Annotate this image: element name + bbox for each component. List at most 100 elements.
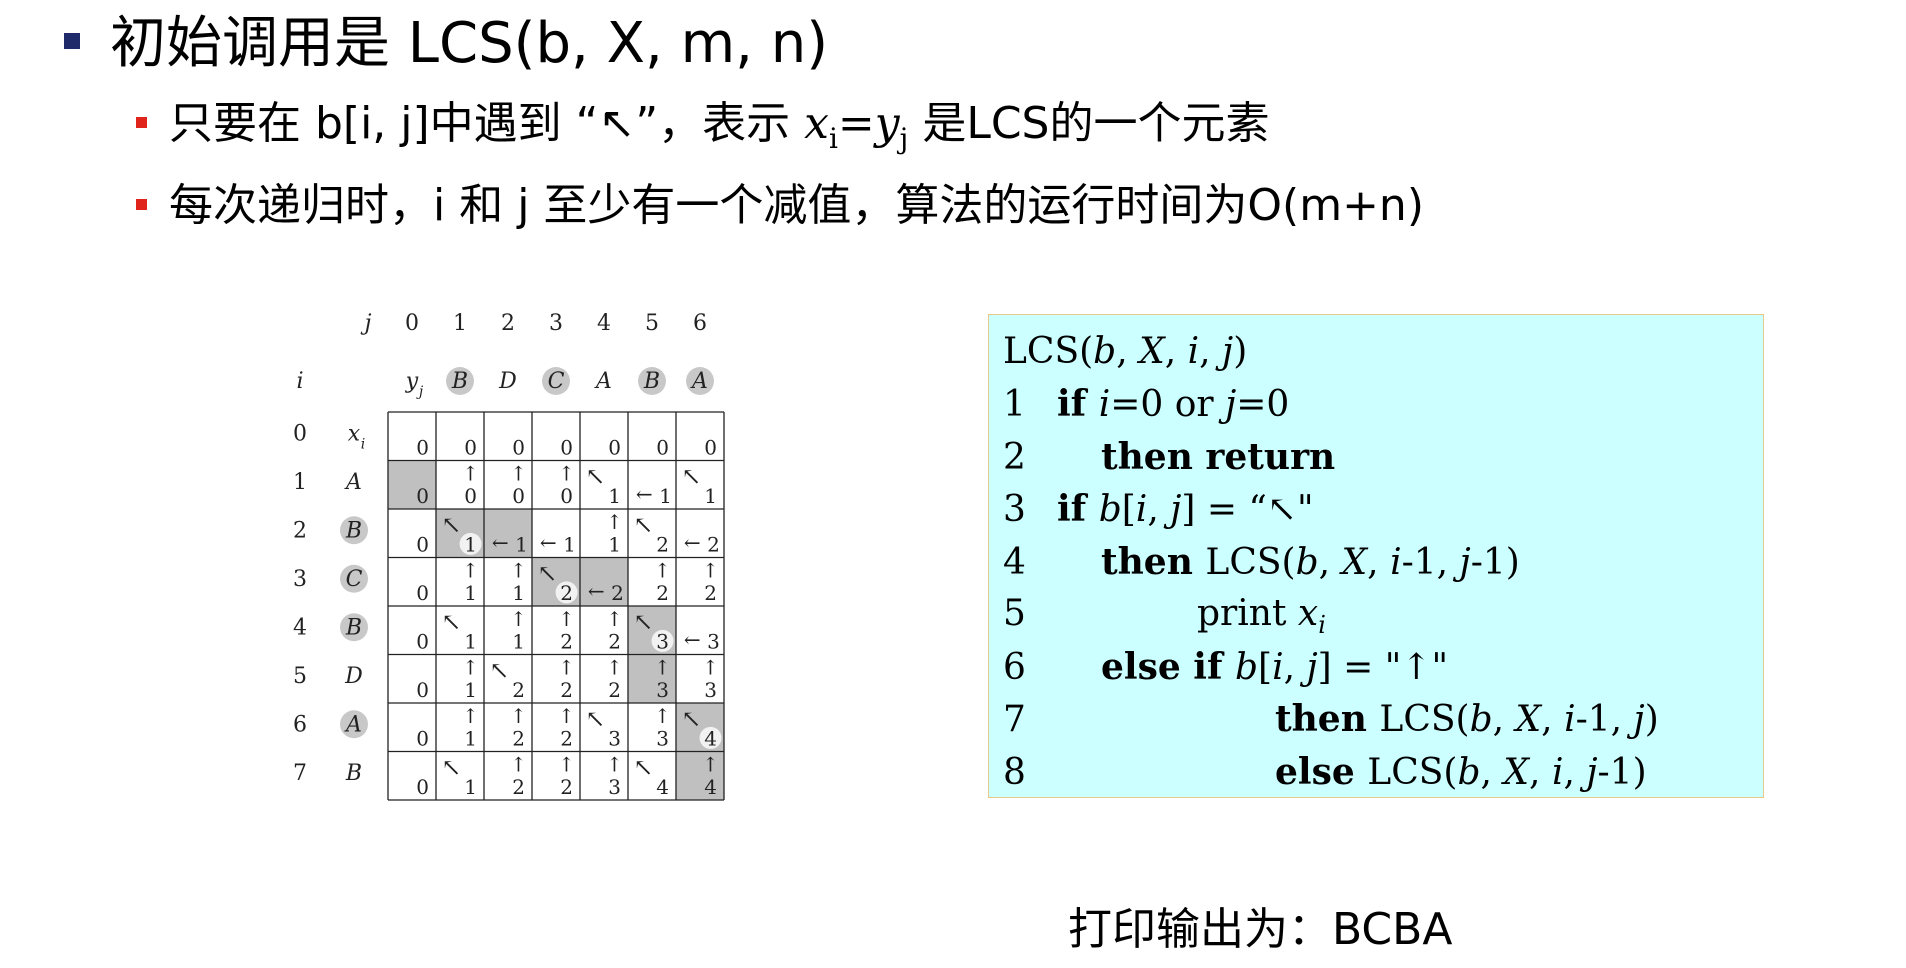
row-index: 3	[293, 567, 307, 592]
line-number: 2	[1003, 436, 1026, 478]
col-index: 5	[645, 311, 659, 336]
bullet-sub-2: 每次递归时，i 和 j 至少有一个减值，算法的运行时间为O(m+n)	[136, 178, 1424, 234]
y-letter: B	[643, 369, 660, 394]
left-arrow-icon: ←	[492, 531, 509, 555]
up-arrow-icon: ↑	[606, 656, 623, 680]
code-line-4: 4 then LCS(b, X, i-1, j-1)	[1003, 537, 1520, 587]
cell-value: 2	[560, 775, 573, 799]
cell-value: 3	[656, 630, 669, 654]
cell-value: 2	[560, 581, 573, 605]
cell-value: 1	[659, 484, 672, 508]
diag-arrow-icon: ↖	[681, 463, 701, 491]
cell-value: 0	[416, 678, 429, 702]
code-line-8: 8 else LCS(b, X, i, j-1)	[1003, 747, 1647, 797]
up-arrow-icon: ↑	[702, 656, 719, 680]
up-arrow-icon: ↑	[654, 704, 671, 728]
cell-value: 1	[464, 775, 477, 799]
bullet-sub2-text: 每次递归时，i 和 j 至少有一个减值，算法的运行时间为O(m+n)	[169, 180, 1424, 231]
cell-value: 0	[560, 484, 573, 508]
cell-value: 0	[512, 436, 525, 460]
cell-value: 1	[464, 678, 477, 702]
cell-value: 0	[608, 436, 621, 460]
cell-value: 1	[515, 533, 528, 557]
row-index: 1	[293, 470, 307, 495]
col-index: 4	[597, 311, 611, 336]
cell-value: 0	[704, 436, 717, 460]
x-letter: B	[345, 615, 362, 640]
cell-value: 4	[704, 775, 717, 799]
line-number: 7	[1003, 699, 1026, 740]
line-number: 3	[1003, 489, 1026, 530]
bullet-square-icon	[64, 32, 80, 49]
y-letter: B	[451, 369, 468, 394]
up-arrow-icon: ↑	[462, 559, 479, 583]
col-index: 6	[693, 311, 707, 336]
row-index: 7	[293, 761, 307, 786]
cell-value: 2	[560, 630, 573, 654]
line-number: 1	[1003, 384, 1026, 425]
cell-value: 2	[560, 678, 573, 702]
up-arrow-icon: ↑	[558, 462, 575, 486]
up-arrow-icon: ↑	[558, 704, 575, 728]
up-arrow-icon: ↑	[510, 704, 527, 728]
line-number: 5	[1003, 593, 1026, 634]
cell-value: 1	[512, 581, 525, 605]
cell-value: 1	[608, 533, 621, 557]
up-arrow-icon: ↑	[606, 753, 623, 777]
x-letter: B	[345, 518, 362, 543]
cell-value: 2	[560, 727, 573, 751]
i-label: i	[296, 369, 303, 394]
x-letter: A	[344, 712, 362, 737]
col-index: 1	[453, 311, 467, 336]
xi-sub: i	[361, 436, 365, 452]
diag-arrow-icon: ↖	[585, 463, 605, 491]
bullet-sub1-post: 是LCS的一个元素	[908, 98, 1270, 149]
math-xi: xi	[804, 98, 838, 155]
code-line-7: 7 then LCS(b, X, i-1, j)	[1003, 694, 1659, 744]
up-arrow-icon: ↑	[462, 656, 479, 680]
up-arrow-icon: ↑	[510, 753, 527, 777]
code-header: LCS(b, X, i, j)	[1003, 331, 1248, 372]
bullet-sub1-pre: 只要在 b[i, j]中遇到 “↖”，表示	[169, 98, 805, 149]
cell-value: 2	[611, 581, 624, 605]
diag-arrow-icon: ↖	[681, 705, 701, 733]
cell-value: 1	[704, 484, 717, 508]
math-yj: yj	[874, 98, 909, 155]
cell-value: 0	[512, 484, 525, 508]
line-number: 8	[1003, 751, 1026, 793]
lcs-table: ji y j0 1 2 3 4 5 6B D C A B A0 x i1 A2 B3 C4 B5 D6 A7 B0 0 0 0 0 0…	[293, 311, 725, 801]
cell-value: 3	[656, 678, 669, 702]
cell-value: 2	[512, 727, 525, 751]
x-letter: D	[344, 664, 363, 689]
code-line-1: 1 if i=0 or j=0	[1003, 379, 1289, 429]
bullet-main: 初始调用是 LCS(b, X, m, n)	[64, 10, 828, 78]
cell-value: 1	[464, 581, 477, 605]
bullet-main-text: 初始调用是 LCS(b, X, m, n)	[110, 11, 829, 76]
col-index: 0	[405, 311, 419, 336]
bullet-square-icon	[136, 116, 147, 128]
col-index: 3	[549, 311, 563, 336]
left-arrow-icon: ←	[540, 531, 557, 555]
up-arrow-icon: ↑	[702, 753, 719, 777]
up-arrow-icon: ↑	[510, 462, 527, 486]
y-letter: A	[594, 369, 612, 394]
lcs-table-figure: jiyj0123456BDCABA0xi1A2B3C4B5D6A7B000000…	[270, 300, 830, 900]
line-number: 6	[1003, 646, 1026, 688]
cell-value: 1	[608, 484, 621, 508]
up-arrow-icon: ↑	[702, 559, 719, 583]
diag-arrow-icon: ↖	[489, 657, 509, 685]
cell-value: 0	[464, 484, 477, 508]
left-arrow-icon: ←	[588, 579, 605, 603]
bullet-square-icon	[136, 198, 147, 210]
up-arrow-icon: ↑	[462, 704, 479, 728]
row-index: 2	[293, 518, 307, 543]
cell-value: 3	[656, 727, 669, 751]
x-letter: A	[344, 470, 362, 495]
row-index: 0	[293, 421, 307, 446]
row-index: 5	[293, 664, 307, 689]
cell-value: 3	[608, 775, 621, 799]
cell-value: 0	[416, 581, 429, 605]
cell-value: 1	[464, 533, 477, 557]
cell-value: 3	[707, 630, 720, 654]
cell-value: 2	[608, 678, 621, 702]
